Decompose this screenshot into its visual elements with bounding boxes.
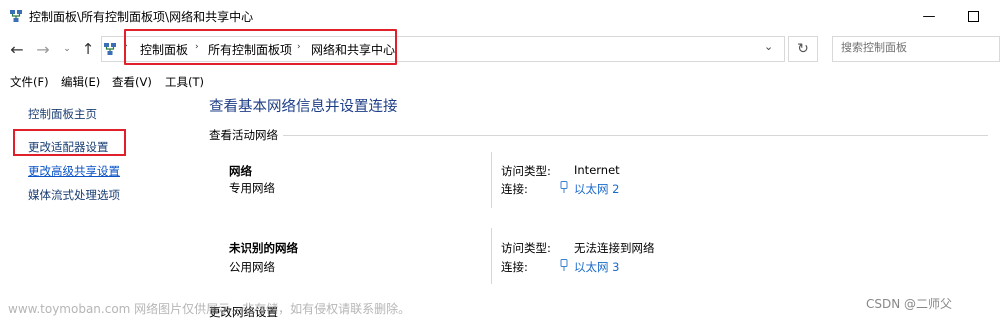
menu-edit[interactable]: 编辑(E) [61,74,100,90]
connection-label: 连接: [501,260,528,274]
menu-tools[interactable]: 工具(T) [165,74,204,90]
connection-link-ethernet-3[interactable]: 以太网 3 [574,259,619,275]
menu-view[interactable]: 查看(V) [112,74,152,90]
access-type-label: 访问类型: [501,241,551,255]
maximize-button[interactable] [950,0,996,32]
section-divider [283,135,988,136]
network-type: 专用网络 [229,181,275,195]
refresh-icon: ↻ [797,41,809,57]
network-divider [491,228,492,284]
address-dropdown-icon[interactable]: ⌄ [764,40,773,53]
network-type: 公用网络 [229,260,275,274]
connection-link-ethernet-2[interactable]: 以太网 2 [574,181,619,197]
maximize-icon [967,10,979,22]
back-button[interactable]: ← [6,36,28,62]
sidebar-item-home[interactable]: 控制面板主页 [28,106,97,122]
menu-file[interactable]: 文件(F) [10,74,49,90]
forward-button[interactable]: → [32,36,54,62]
sidebar-item-advanced-sharing[interactable]: 更改高级共享设置 [28,163,120,179]
ethernet-icon [560,181,568,193]
credit-text: CSDN @二师父 [866,297,953,311]
connection-label: 连接: [501,182,528,196]
minimize-icon: — [922,8,936,24]
access-type-label: 访问类型: [501,164,551,178]
ethernet-icon [560,259,568,271]
network-control-panel-icon [104,43,116,55]
watermark-text: www.toymoban.com 网络图片仅供展示，非存储，如有侵权请联系删除。 [8,302,411,316]
network-name: 未识别的网络 [229,241,298,255]
sidebar-item-media-streaming[interactable]: 媒体流式处理选项 [28,187,120,203]
search-box[interactable] [832,36,1000,62]
adapter-highlight-box [13,129,126,156]
minimize-button[interactable]: — [906,0,952,32]
recent-locations-button[interactable]: ⌄ [58,36,76,62]
network-divider [491,152,492,208]
section-heading: 查看活动网络 [209,128,278,142]
refresh-button[interactable]: ↻ [788,36,818,62]
forward-arrow-icon: → [36,39,50,59]
network-name: 网络 [229,164,252,178]
up-arrow-icon: ↑ [81,40,95,58]
chevron-down-icon: ⌄ [63,44,71,54]
up-button[interactable]: ↑ [78,36,98,62]
search-input[interactable] [841,41,991,54]
network-control-panel-icon [10,10,22,22]
access-type-value: Internet [574,163,620,177]
window-title: 控制面板\所有控制面板项\网络和共享中心 [29,10,254,24]
back-arrow-icon: ← [10,39,24,59]
page-title: 查看基本网络信息并设置连接 [209,99,398,115]
breadcrumb-highlight-box [124,29,397,65]
access-type-value: 无法连接到网络 [574,241,655,255]
